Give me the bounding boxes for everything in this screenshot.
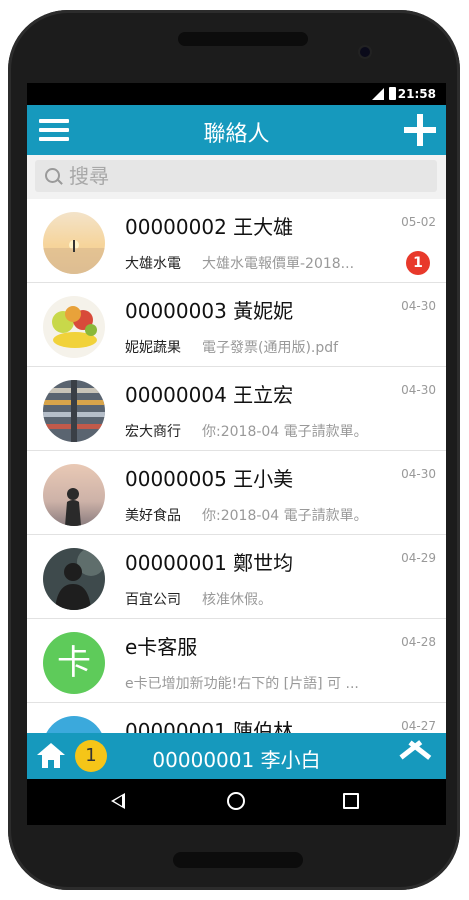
- recent-apps-icon[interactable]: [343, 793, 359, 809]
- contact-row[interactable]: 00000004 王立宏 04-30 宏大商行 你:2018-04 電子請款單。: [27, 367, 446, 451]
- contact-row[interactable]: 00000005 王小美 04-30 美好食品 你:2018-04 電子請款單。: [27, 451, 446, 535]
- current-user-label[interactable]: 00000001 李小白: [27, 744, 446, 773]
- contact-name: 00000003 黃妮妮: [125, 299, 294, 323]
- search-icon: [45, 168, 60, 183]
- signal-icon: [372, 88, 384, 100]
- android-nav-bar: [27, 779, 446, 825]
- status-bar: 21:58: [27, 83, 446, 105]
- avatar: [43, 380, 105, 442]
- contact-company: 美好食品: [125, 508, 181, 524]
- message-preview: 你:2018-04 電子請款單。: [202, 424, 368, 440]
- contact-name: 00000005 王小美: [125, 467, 294, 491]
- contact-name: 00000002 王大雄: [125, 215, 294, 239]
- search-bar: [27, 155, 446, 199]
- back-icon[interactable]: [111, 793, 125, 809]
- status-time: 21:58: [397, 87, 436, 101]
- contact-name: 00000001 鄭世均: [125, 551, 294, 575]
- message-preview: 電子發票(通用版).pdf: [202, 340, 339, 356]
- contact-company: 大雄水電: [125, 256, 181, 272]
- contact-row[interactable]: 00000001 陳伯林 04-27: [27, 703, 446, 733]
- contact-date: 05-02: [401, 215, 436, 229]
- front-camera: [360, 47, 370, 57]
- contact-row[interactable]: 00000003 黃妮妮 04-30 妮妮蔬果 電子發票(通用版).pdf: [27, 283, 446, 367]
- contact-date: 04-29: [401, 551, 436, 565]
- message-preview: 核准休假。: [202, 592, 272, 608]
- contact-name: e卡客服: [125, 635, 198, 659]
- avatar: [43, 212, 105, 274]
- app-bar: 聯絡人: [27, 105, 446, 155]
- home-circle-icon[interactable]: [227, 792, 245, 810]
- bottom-bar: 1 00000001 李小白: [27, 733, 446, 779]
- avatar: 卡: [43, 632, 105, 694]
- avatar: [43, 464, 105, 526]
- contact-name: 00000001 陳伯林: [125, 719, 294, 733]
- search-input[interactable]: [69, 160, 429, 192]
- contact-company: 宏大商行: [125, 424, 181, 440]
- contact-company: 百宜公司: [125, 592, 181, 608]
- screen: 21:58 聯絡人 0000: [27, 83, 446, 825]
- contact-row[interactable]: 00000001 鄭世均 04-29 百宜公司 核准休假。: [27, 535, 446, 619]
- avatar: [43, 716, 105, 733]
- contact-date: 04-30: [401, 383, 436, 397]
- contact-row[interactable]: 卡 e卡客服 04-28 e卡已增加新功能!右下的 [片語] 可 ...: [27, 619, 446, 703]
- add-contact-icon[interactable]: [404, 114, 436, 146]
- contact-row[interactable]: 00000002 王大雄 05-02 大雄水電 大雄水電報價單-2018... …: [27, 199, 446, 283]
- search-box[interactable]: [35, 160, 437, 192]
- avatar: [43, 548, 105, 610]
- contact-company: 妮妮蔬果: [125, 340, 181, 356]
- contact-name: 00000004 王立宏: [125, 383, 294, 407]
- message-preview: e卡已增加新功能!右下的 [片語] 可 ...: [125, 676, 359, 692]
- contact-list: 00000002 王大雄 05-02 大雄水電 大雄水電報價單-2018... …: [27, 199, 446, 733]
- page-title: 聯絡人: [203, 122, 270, 147]
- chevron-up-icon[interactable]: [396, 745, 432, 767]
- earpiece-speaker: [178, 32, 308, 46]
- contact-date: 04-28: [401, 635, 436, 649]
- unread-badge: 1: [406, 251, 430, 275]
- bottom-speaker: [173, 852, 303, 868]
- message-preview: 你:2018-04 電子請款單。: [202, 508, 368, 524]
- avatar: [43, 296, 105, 358]
- battery-icon: [389, 87, 396, 100]
- contact-date: 04-30: [401, 299, 436, 313]
- contact-date: 04-30: [401, 467, 436, 481]
- contact-date: 04-27: [401, 719, 436, 733]
- message-preview: 大雄水電報價單-2018...: [202, 256, 355, 272]
